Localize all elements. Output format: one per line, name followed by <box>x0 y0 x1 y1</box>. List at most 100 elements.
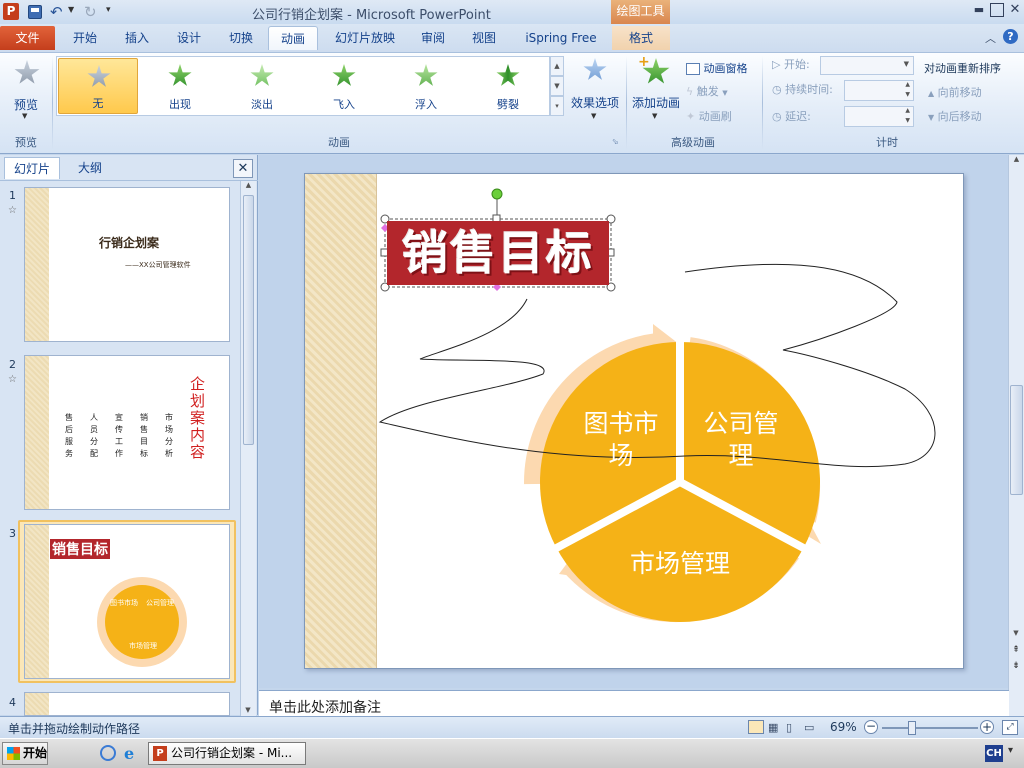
slide-sorter-view-icon[interactable]: ▦ <box>768 721 778 734</box>
tab-format[interactable]: 格式 <box>612 26 670 50</box>
tab-design[interactable]: 设计 <box>164 26 214 50</box>
tab-review[interactable]: 审阅 <box>410 26 456 50</box>
slide-3-seg-2: 公司管理 <box>146 599 174 607</box>
slide-thumbnail-3[interactable]: 销售目标 图书市场 公司管理 市场管理 <box>24 524 230 679</box>
move-later-button[interactable]: ▼ 向后移动 <box>928 108 982 126</box>
minimize-ribbon-icon[interactable]: ︿ <box>985 30 996 46</box>
minimize-button[interactable]: ▬ <box>972 3 986 17</box>
editor-scrollbar[interactable]: ▲ ▼ ⇞ ⇟ <box>1008 155 1024 716</box>
tab-view[interactable]: 视图 <box>458 26 510 50</box>
powerpoint-app-icon[interactable]: P <box>3 3 19 20</box>
undo-icon[interactable]: ↶ <box>50 3 63 21</box>
save-icon[interactable] <box>28 5 42 19</box>
slide-2-col-2: 人员分配 <box>90 413 98 458</box>
delay-spinner[interactable]: ▲ ▼ <box>844 106 914 127</box>
animation-fade[interactable]: 淡出 <box>222 58 302 114</box>
tab-ispring[interactable]: iSpring Free <box>514 26 608 50</box>
customize-toolbar-icon[interactable]: ▾ <box>106 5 111 15</box>
animation-pane-button[interactable]: 动画窗格 <box>686 60 758 78</box>
appear-star-icon <box>168 64 192 86</box>
start-button[interactable]: 开始 <box>2 742 48 765</box>
animation-split[interactable]: 劈裂 <box>468 58 548 114</box>
panel-scrollbar[interactable]: ▲ ▼ <box>240 181 256 716</box>
slide-3-seg-3: 市场管理 <box>129 642 157 650</box>
undo-dropdown-icon[interactable]: ▼ <box>68 5 74 14</box>
tray-menu-icon[interactable]: ▾ <box>1008 745 1013 756</box>
tab-slides[interactable]: 幻灯片 <box>4 157 60 179</box>
notes-pane[interactable]: 单击此处添加备注 <box>259 690 1009 716</box>
slide-thumbnail-2[interactable]: 企划案内容 售后服务 人员分配 宣传工作 销售目标 市场分析 <box>24 355 230 510</box>
animation-painter-button[interactable]: ✦ 动画刷 <box>686 108 746 126</box>
animation-fly-in[interactable]: 飞入 <box>304 58 384 114</box>
tab-file[interactable]: 文件 <box>0 26 55 50</box>
zoom-out-icon[interactable]: − <box>864 720 878 734</box>
spinner-down-icon[interactable]: ▼ <box>905 117 910 124</box>
tab-insert[interactable]: 插入 <box>112 26 162 50</box>
gallery-more-icon[interactable]: ▾ <box>550 96 564 116</box>
animation-float-in[interactable]: 浮入 <box>386 58 466 114</box>
scroll-thumb[interactable] <box>243 195 254 445</box>
gallery-scroll-up-icon[interactable]: ▲ <box>550 56 564 76</box>
duration-spinner[interactable]: ▲ ▼ <box>844 80 914 101</box>
painter-icon: ✦ <box>686 110 696 123</box>
rotation-handle <box>491 188 503 200</box>
normal-view-icon[interactable] <box>748 720 764 734</box>
effect-options-label: 效果选项 <box>570 96 619 110</box>
animation-none[interactable]: 无 <box>58 58 138 114</box>
notes-placeholder[interactable]: 单击此处添加备注 <box>269 697 381 717</box>
tab-outline[interactable]: 大纲 <box>62 157 118 179</box>
tab-home[interactable]: 开始 <box>60 26 110 50</box>
start-dropdown[interactable]: ▼ <box>820 56 914 75</box>
slide-thumbnail-1[interactable]: 行销企划案 ——XX公司管理软件 <box>24 187 230 342</box>
effect-options-button[interactable]: 效果选项 ▼ <box>568 56 622 120</box>
zoom-in-icon[interactable]: + <box>980 720 994 734</box>
float-in-star-icon <box>414 64 438 86</box>
dialog-launcher-icon[interactable]: ⬂ <box>612 137 619 146</box>
trigger-button[interactable]: ϟ 触发 ▼ <box>686 83 746 101</box>
slide-thumbnail-4[interactable] <box>24 692 230 716</box>
previous-slide-icon[interactable]: ⇞ <box>1009 645 1023 655</box>
scroll-up-icon[interactable]: ▲ <box>1009 155 1024 169</box>
slide-2-vertical-title: 企划案内容 <box>190 375 206 461</box>
move-earlier-button[interactable]: ▲ 向前移动 <box>928 84 982 102</box>
quicklaunch-refresh-icon[interactable] <box>100 745 116 761</box>
spinner-up-icon[interactable]: ▲ <box>905 107 910 114</box>
spinner-up-icon[interactable]: ▲ <box>905 81 910 88</box>
tab-slideshow[interactable]: 幻灯片放映 <box>322 26 408 50</box>
preview-button[interactable]: 预览 ▼ <box>4 56 48 120</box>
scroll-thumb[interactable] <box>1010 385 1023 495</box>
next-slide-icon[interactable]: ⇟ <box>1009 661 1023 671</box>
segment-label-bottom[interactable]: 市场管理 <box>615 544 745 580</box>
gallery-scroll-down-icon[interactable]: ▼ <box>550 76 564 96</box>
slide-canvas[interactable]: 销售目标 图书市场 公司管理 市场管理 <box>304 173 964 669</box>
redo-icon[interactable]: ↻ <box>84 3 97 21</box>
language-indicator[interactable]: CH <box>985 745 1003 762</box>
tab-animations[interactable]: 动画 <box>268 26 318 50</box>
segment-label-top-left[interactable]: 图书市场 <box>573 408 669 472</box>
add-animation-button[interactable]: + 添加动画 ▼ <box>630 54 682 120</box>
play-icon: ▷ <box>772 58 781 71</box>
help-icon[interactable]: ? <box>1003 29 1018 44</box>
tab-transitions[interactable]: 切换 <box>216 26 266 50</box>
close-panel-icon[interactable]: ✕ <box>233 159 253 178</box>
spinner-down-icon[interactable]: ▼ <box>905 91 910 98</box>
zoom-slider[interactable] <box>882 727 978 729</box>
zoom-slider-thumb[interactable] <box>908 721 916 735</box>
segment-label-top-right[interactable]: 公司管理 <box>693 408 789 472</box>
scroll-down-icon[interactable]: ▼ <box>241 706 255 714</box>
slide-title-wordart[interactable]: 销售目标 <box>387 221 609 285</box>
trigger-label: 触发 <box>696 85 719 98</box>
zoom-level[interactable]: 69% <box>830 720 857 734</box>
taskbar-window-powerpoint[interactable]: P 公司行销企划案 - Mi... <box>148 742 306 765</box>
triangle-up-icon: ▲ <box>928 89 935 98</box>
scroll-down-icon[interactable]: ▼ <box>1009 629 1023 637</box>
close-button[interactable]: ✕ <box>1008 2 1022 18</box>
restore-button[interactable] <box>990 3 1004 17</box>
fit-to-window-icon[interactable]: ⤢ <box>1002 720 1018 735</box>
clock-icon: ◷ <box>772 83 782 96</box>
scroll-up-icon[interactable]: ▲ <box>241 181 256 195</box>
quicklaunch-ie-icon[interactable]: e <box>124 744 134 763</box>
animation-appear[interactable]: 出现 <box>140 58 220 114</box>
reading-view-icon[interactable]: ▯ <box>786 721 792 734</box>
slideshow-view-icon[interactable]: ▭ <box>804 721 814 734</box>
